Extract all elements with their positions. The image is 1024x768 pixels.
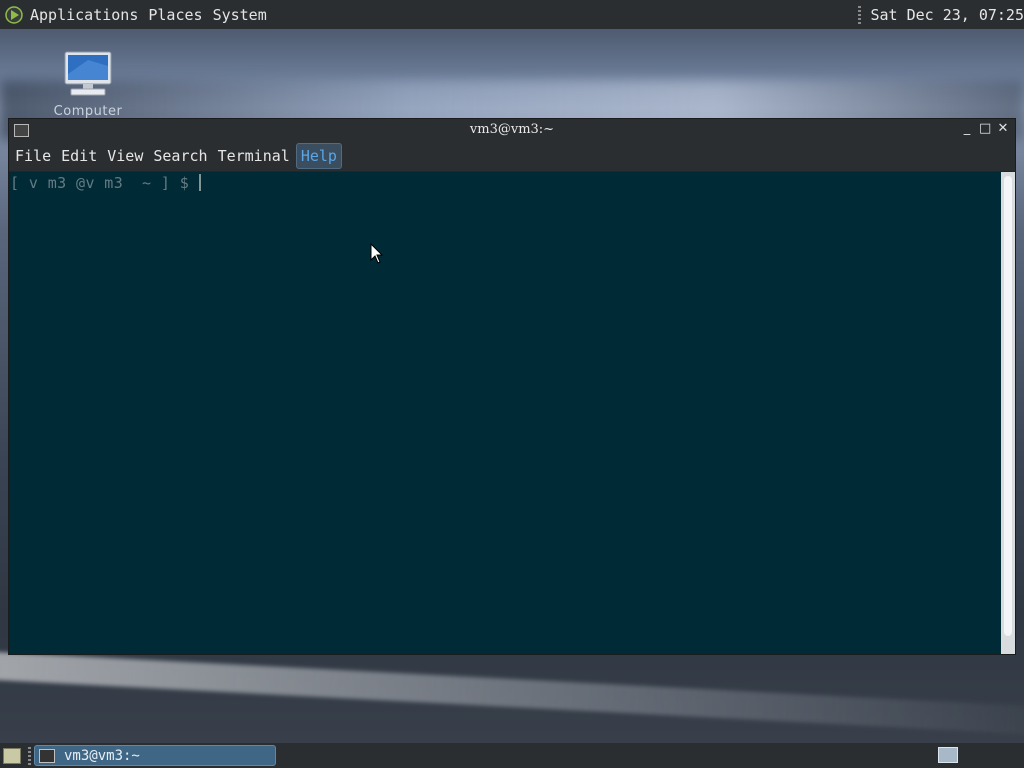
menu-view[interactable]: View [103,143,147,169]
workspace-switcher[interactable] [938,747,958,763]
menu-terminal[interactable]: Terminal [214,143,294,169]
window-controls: _ □ ✕ [961,122,1009,136]
desktop-icon-label: Computer [53,104,123,119]
menu-edit[interactable]: Edit [57,143,101,169]
show-desktop-icon[interactable] [3,747,21,764]
distro-logo-icon[interactable] [4,5,24,25]
computer-icon [64,51,112,96]
top-panel: Applications Places System Sat Dec 23, 0… [0,0,1024,29]
minimize-icon[interactable]: _ [961,122,973,136]
shell-prompt: [ v m3 @v m3 ~ ] $ [10,174,190,192]
wallpaper-streak [0,651,1024,737]
scrollbar-thumb[interactable] [1004,176,1012,636]
menu-applications[interactable]: Applications [30,6,138,24]
menu-file[interactable]: File [11,143,55,169]
close-icon[interactable]: ✕ [997,122,1009,136]
terminal-window[interactable]: vm3@vm3:~ _ □ ✕ File Edit View Search Te… [8,118,1016,655]
taskbar-item-terminal[interactable]: vm3@vm3:~ [34,745,276,766]
panel-handle[interactable] [28,746,31,765]
terminal-scrollbar[interactable] [1001,172,1015,654]
taskbar-item-label: vm3@vm3:~ [64,747,140,764]
text-cursor [199,174,202,191]
mouse-pointer-icon [370,243,384,264]
menu-system[interactable]: System [213,6,267,24]
panel-handle[interactable] [858,5,862,24]
terminal-task-icon [39,748,55,763]
window-title: vm3@vm3:~ [469,122,555,137]
clock[interactable]: Sat Dec 23, 07:25 [870,6,1024,24]
maximize-icon[interactable]: □ [979,122,991,136]
menu-search[interactable]: Search [149,143,211,169]
menu-help[interactable]: Help [295,143,342,169]
menu-places[interactable]: Places [148,6,202,24]
bottom-panel: vm3@vm3:~ [0,743,1024,768]
terminal-area[interactable]: [ v m3 @v m3 ~ ] $ [9,172,1001,654]
clock-area: Sat Dec 23, 07:25 [858,0,1024,29]
window-titlebar[interactable]: vm3@vm3:~ _ □ ✕ [9,119,1015,141]
window-menubar: File Edit View Search Terminal Help [9,141,1015,172]
desktop-icon-computer[interactable]: Computer [50,50,126,119]
